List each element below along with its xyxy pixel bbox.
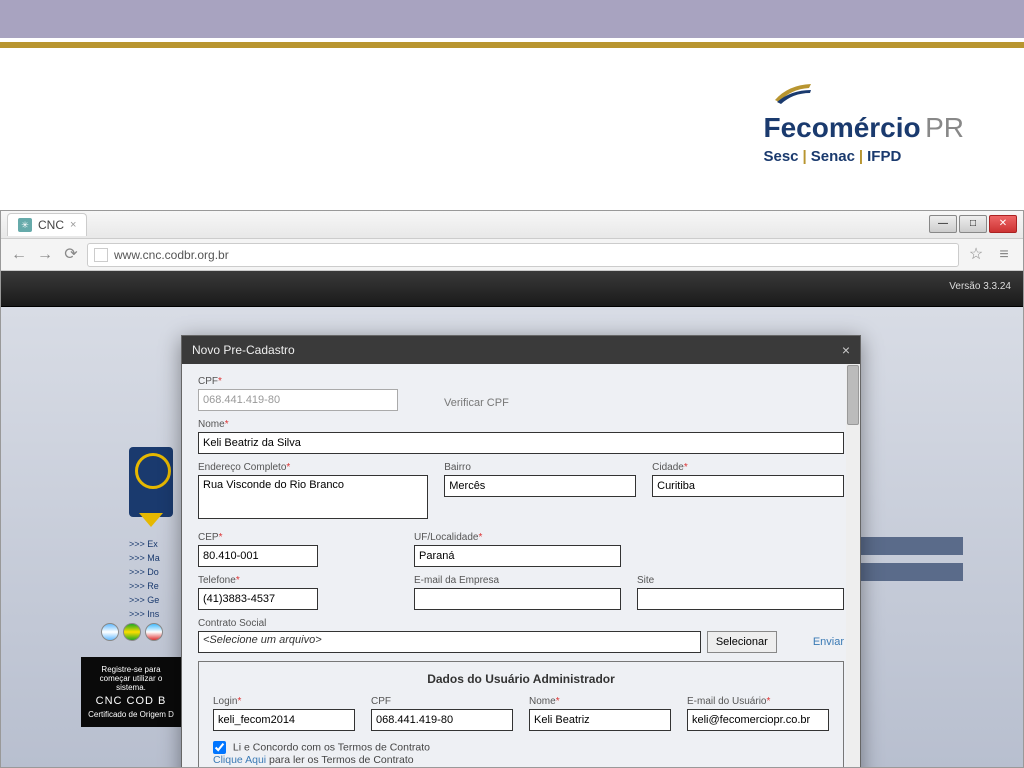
login-label: Login* [213,696,355,707]
admin-section: Dados do Usuário Administrador Login* CP… [198,661,844,768]
bg-link: >>> Ma [129,551,160,565]
admin-email-input[interactable] [687,709,829,731]
window-controls: — □ ✕ [929,215,1017,233]
admin-nome-label: Nome* [529,696,671,707]
terms-link[interactable]: Clique Aqui [213,754,266,766]
bg-link-list: >>> Ex >>> Ma >>> Do >>> Re >>> Ge >>> I… [129,537,160,621]
minimize-button[interactable]: — [929,215,957,233]
logo-subline: Sesc|Senac|IFPD [763,148,964,165]
endereco-label: Endereço Completo* [198,462,428,473]
bookmark-icon[interactable]: ☆ [965,244,987,266]
modal-title: Novo Pre-Cadastro [192,343,295,357]
modal-close-icon[interactable]: × [842,342,850,358]
page-icon [94,248,108,262]
cert-box: Registre-se para começar utilizar o sist… [81,657,181,727]
bg-link: >>> Re [129,579,160,593]
bg-link: >>> Ge [129,593,160,607]
maximize-button[interactable]: □ [959,215,987,233]
terms-checkbox[interactable] [213,741,226,754]
cert-mid-text: CNC COD B [87,695,175,707]
login-input[interactable] [213,709,355,731]
url-field[interactable]: www.cnc.codbr.org.br [87,243,959,267]
email-empresa-input[interactable] [414,588,621,610]
cidade-input[interactable] [652,475,844,497]
modal-pre-cadastro: Novo Pre-Cadastro × CPF* Verificar CPF N… [181,335,861,768]
slide-gold-band [0,42,1024,48]
scroll-thumb[interactable] [847,365,859,425]
contrato-label: Contrato Social [198,618,844,629]
verificar-cpf-link[interactable]: Verificar CPF [444,397,509,409]
browser-window: ✳ CNC × — □ ✕ ← → ⟳ www.cnc.codbr.org.br… [0,210,1024,768]
modal-scrollbar[interactable] [846,364,860,768]
enviar-link[interactable]: Enviar [813,636,844,648]
cert-bottom-text: Certificado de Origem D [87,710,175,719]
uf-input[interactable] [414,545,621,567]
cep-label: CEP* [198,532,398,543]
tab-title: CNC [38,218,64,232]
address-bar: ← → ⟳ www.cnc.codbr.org.br ☆ ≡ [1,239,1023,271]
slide-purple-band [0,0,1024,38]
site-input[interactable] [637,588,844,610]
nome-label: Nome* [198,419,844,430]
flag-icon [145,623,163,641]
close-button[interactable]: ✕ [989,215,1017,233]
logo-swoosh-icon [773,80,813,105]
file-display[interactable]: <Selecione um arquivo> [198,631,701,653]
logo-pr-text: PR [925,112,964,143]
telefone-input[interactable] [198,588,318,610]
tab-favicon-icon: ✳ [18,218,32,232]
flag-icon [101,623,119,641]
selecionar-button[interactable]: Selecionar [707,631,777,653]
flag-icon [123,623,141,641]
forward-button[interactable]: → [35,245,55,265]
bg-link: >>> Ins [129,607,160,621]
logo-sesc: Sesc [763,148,798,165]
cpf-label: CPF* [198,376,398,387]
bairro-label: Bairro [444,462,636,473]
cep-input[interactable] [198,545,318,567]
logo-ifpd: IFPD [867,148,901,165]
back-button[interactable]: ← [9,245,29,265]
ribbon-badge-icon [129,447,173,517]
url-text: www.cnc.codbr.org.br [114,248,229,262]
site-label: Site [637,575,844,586]
menu-icon[interactable]: ≡ [993,244,1015,266]
admin-nome-input[interactable] [529,709,671,731]
tab-close-icon[interactable]: × [70,219,76,231]
page-content: Versão 3.3.24 >>> Ex >>> Ma >>> Do >>> R… [1,271,1023,767]
bairro-input[interactable] [444,475,636,497]
admin-cpf-input[interactable] [371,709,513,731]
bg-link: >>> Ex [129,537,160,551]
modal-header: Novo Pre-Cadastro × [182,336,860,364]
nome-input[interactable] [198,432,844,454]
admin-title: Dados do Usuário Administrador [213,672,829,686]
telefone-label: Telefone* [198,575,398,586]
terms-rest: para ler os Termos de Contrato [266,754,413,766]
flag-icons [101,623,163,641]
terms-row: Li e Concordo com os Termos de Contrato … [213,741,829,766]
browser-title-bar: ✳ CNC × — □ ✕ [1,211,1023,239]
cidade-label: Cidade* [652,462,844,473]
logo-senac: Senac [811,148,855,165]
endereco-input[interactable]: Rua Visconde do Rio Branco [198,475,428,519]
fecomercio-logo: Fecomércio PR Sesc|Senac|IFPD [763,80,964,165]
browser-tab[interactable]: ✳ CNC × [7,213,87,236]
reload-button[interactable]: ⟳ [61,245,81,265]
cert-top-text: Registre-se para começar utilizar o sist… [87,665,175,692]
uf-label: UF/Localidade* [414,532,621,543]
admin-cpf-label: CPF [371,696,513,707]
email-empresa-label: E-mail da Empresa [414,575,621,586]
bg-link: >>> Do [129,565,160,579]
version-label: Versão 3.3.24 [949,281,1011,292]
modal-body: CPF* Verificar CPF Nome* Endereço [182,364,860,768]
terms-text: Li e Concordo com os Termos de Contrato [233,741,430,753]
logo-main-text: Fecomércio [763,112,920,143]
cpf-input[interactable] [198,389,398,411]
admin-email-label: E-mail do Usuário* [687,696,829,707]
app-topbar: Versão 3.3.24 [1,271,1023,307]
